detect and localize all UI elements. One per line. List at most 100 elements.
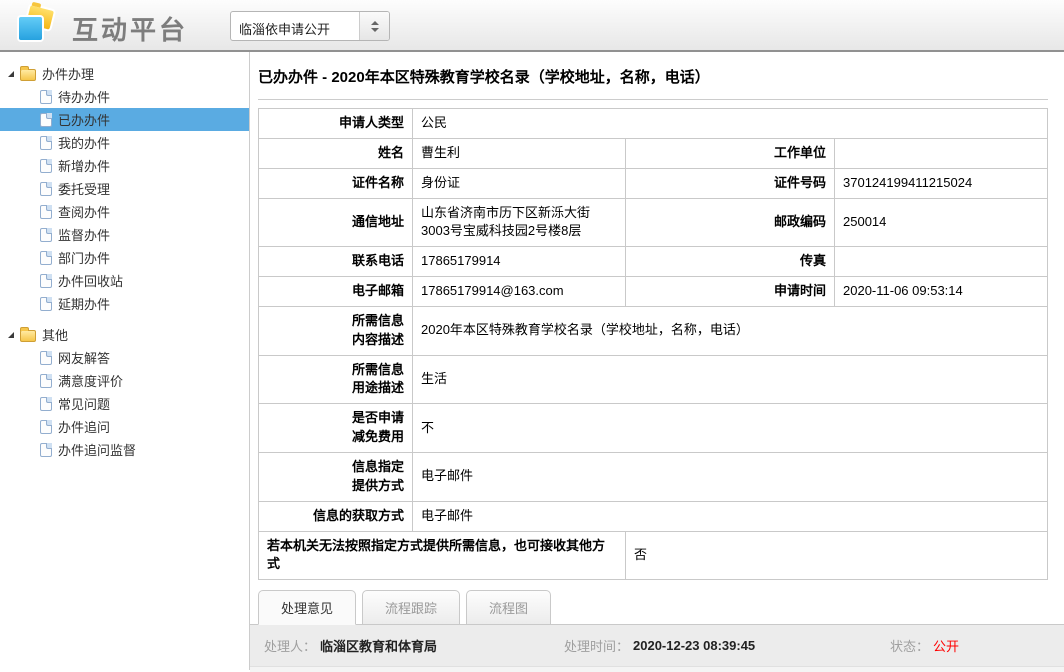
sidebar-item[interactable]: 网友解答 — [0, 346, 249, 369]
table-row: 所需信息 用途描述生活 — [259, 355, 1048, 404]
document-icon — [40, 374, 52, 388]
field-label: 申请时间 — [626, 277, 835, 307]
tab-flow-chart[interactable]: 流程图 — [466, 590, 551, 625]
handler-value: 临淄区教育和体育局 — [320, 636, 437, 655]
table-row: 电子邮箱17865179914@163.com申请时间2020-11-06 09… — [259, 277, 1048, 307]
document-icon — [40, 136, 52, 150]
sidebar-item[interactable]: 延期办件 — [0, 292, 249, 315]
field-value: 250014 — [835, 198, 1048, 247]
field-label: 信息指定 提供方式 — [259, 452, 413, 501]
document-icon — [40, 251, 52, 265]
tab-process-track[interactable]: 流程跟踪 — [362, 590, 460, 625]
sidebar-item-label: 已办办件 — [58, 110, 110, 129]
document-icon — [40, 351, 52, 365]
sidebar-item[interactable]: 满意度评价 — [0, 369, 249, 392]
sidebar-item-label: 新增办件 — [58, 156, 110, 175]
select-spinner-icon — [359, 12, 389, 40]
field-value — [835, 247, 1048, 277]
field-value: 2020年本区特殊教育学校名录（学校地址，名称，电话） — [413, 306, 1048, 355]
folder-icon — [20, 69, 36, 81]
sidebar-item[interactable]: 待办办件 — [0, 85, 249, 108]
document-icon — [40, 443, 52, 457]
opinion-info-row: 处理人： 临淄区教育和体育局 处理时间： 2020-12-23 08:39:45… — [250, 625, 1064, 667]
tree-group[interactable]: 其他 — [0, 323, 249, 346]
detail-table: 申请人类型公民姓名曹生利工作单位证件名称身份证证件号码3701241994112… — [258, 108, 1048, 580]
field-label: 姓名 — [259, 138, 413, 168]
field-label: 证件号码 — [626, 168, 835, 198]
handler-group: 处理人： 临淄区教育和体育局 — [264, 636, 564, 655]
field-value: 否 — [626, 531, 1048, 580]
status-group: 状态： 公开 — [890, 636, 1050, 655]
table-row: 申请人类型公民 — [259, 109, 1048, 139]
field-label: 申请人类型 — [259, 109, 413, 139]
table-row: 通信地址山东省济南市历下区新泺大街3003号宝威科技园2号楼8层邮政编码2500… — [259, 198, 1048, 247]
category-select[interactable]: 临淄依申请公开 — [230, 11, 390, 41]
sidebar-item[interactable]: 办件追问 — [0, 415, 249, 438]
main-content: 已办办件 - 2020年本区特殊教育学校名录（学校地址，名称，电话） 申请人类型… — [250, 52, 1064, 670]
field-value: 身份证 — [413, 168, 626, 198]
sidebar-item[interactable]: 已办办件 — [0, 108, 249, 131]
expander-icon[interactable] — [8, 71, 14, 77]
field-value — [835, 138, 1048, 168]
field-label: 信息的获取方式 — [259, 501, 413, 531]
sidebar-item-label: 满意度评价 — [58, 371, 123, 390]
tab-opinion[interactable]: 处理意见 — [258, 590, 356, 625]
sidebar-item[interactable]: 监督办件 — [0, 223, 249, 246]
tree-group-label: 其他 — [42, 325, 68, 344]
field-label: 所需信息 内容描述 — [259, 306, 413, 355]
document-icon — [40, 274, 52, 288]
field-label: 邮政编码 — [626, 198, 835, 247]
app-title: 互动平台 — [72, 10, 188, 47]
sidebar-item-label: 监督办件 — [58, 225, 110, 244]
sidebar-item[interactable]: 办件追问监督 — [0, 438, 249, 461]
field-value: 电子邮件 — [413, 452, 1048, 501]
nav-tree: 办件办理待办办件已办办件我的办件新增办件委托受理查阅办件监督办件部门办件办件回收… — [0, 62, 249, 461]
field-value: 17865179914@163.com — [413, 277, 626, 307]
tree-group[interactable]: 办件办理 — [0, 62, 249, 85]
time-label: 处理时间： — [564, 636, 629, 655]
sidebar-item[interactable]: 部门办件 — [0, 246, 249, 269]
sidebar-item[interactable]: 我的办件 — [0, 131, 249, 154]
table-row: 信息的获取方式电子邮件 — [259, 501, 1048, 531]
field-value: 曹生利 — [413, 138, 626, 168]
status-badge: 公开 — [933, 636, 959, 655]
category-select-value: 临淄依申请公开 — [231, 12, 359, 40]
document-icon — [40, 205, 52, 219]
sidebar-item[interactable]: 委托受理 — [0, 177, 249, 200]
sidebar-item-label: 网友解答 — [58, 348, 110, 367]
status-label: 状态： — [890, 636, 929, 655]
expander-icon[interactable] — [8, 332, 14, 338]
sidebar-item-label: 我的办件 — [58, 133, 110, 152]
sidebar-item[interactable]: 查阅办件 — [0, 200, 249, 223]
field-label: 所需信息 用途描述 — [259, 355, 413, 404]
field-value: 370124199411215024 — [835, 168, 1048, 198]
field-label: 证件名称 — [259, 168, 413, 198]
document-icon — [40, 90, 52, 104]
app-header: 互动平台 临淄依申请公开 — [0, 0, 1064, 52]
table-row: 所需信息 内容描述2020年本区特殊教育学校名录（学校地址，名称，电话） — [259, 306, 1048, 355]
sidebar-item-label: 常见问题 — [58, 394, 110, 413]
field-label: 传真 — [626, 247, 835, 277]
field-value: 17865179914 — [413, 247, 626, 277]
field-value: 不 — [413, 404, 1048, 453]
table-row: 联系电话17865179914传真 — [259, 247, 1048, 277]
sidebar-item-label: 部门办件 — [58, 248, 110, 267]
folder-icon — [20, 330, 36, 342]
table-row: 姓名曹生利工作单位 — [259, 138, 1048, 168]
tree-group-label: 办件办理 — [42, 64, 94, 83]
table-row: 信息指定 提供方式电子邮件 — [259, 452, 1048, 501]
opinion-panel: 处理人： 临淄区教育和体育局 处理时间： 2020-12-23 08:39:45… — [250, 625, 1064, 672]
sidebar-item[interactable]: 办件回收站 — [0, 269, 249, 292]
field-value: 生活 — [413, 355, 1048, 404]
sidebar-item[interactable]: 常见问题 — [0, 392, 249, 415]
sidebar-item-label: 办件回收站 — [58, 271, 123, 290]
sidebar-item[interactable]: 新增办件 — [0, 154, 249, 177]
field-label: 通信地址 — [259, 198, 413, 247]
document-icon — [40, 420, 52, 434]
field-value: 公民 — [413, 109, 1048, 139]
time-group: 处理时间： 2020-12-23 08:39:45 — [564, 636, 890, 655]
table-row: 证件名称身份证证件号码370124199411215024 — [259, 168, 1048, 198]
tabs-bar: 处理意见 流程跟踪 流程图 — [250, 590, 1064, 625]
field-label: 是否申请 减免费用 — [259, 404, 413, 453]
document-icon — [40, 113, 52, 127]
